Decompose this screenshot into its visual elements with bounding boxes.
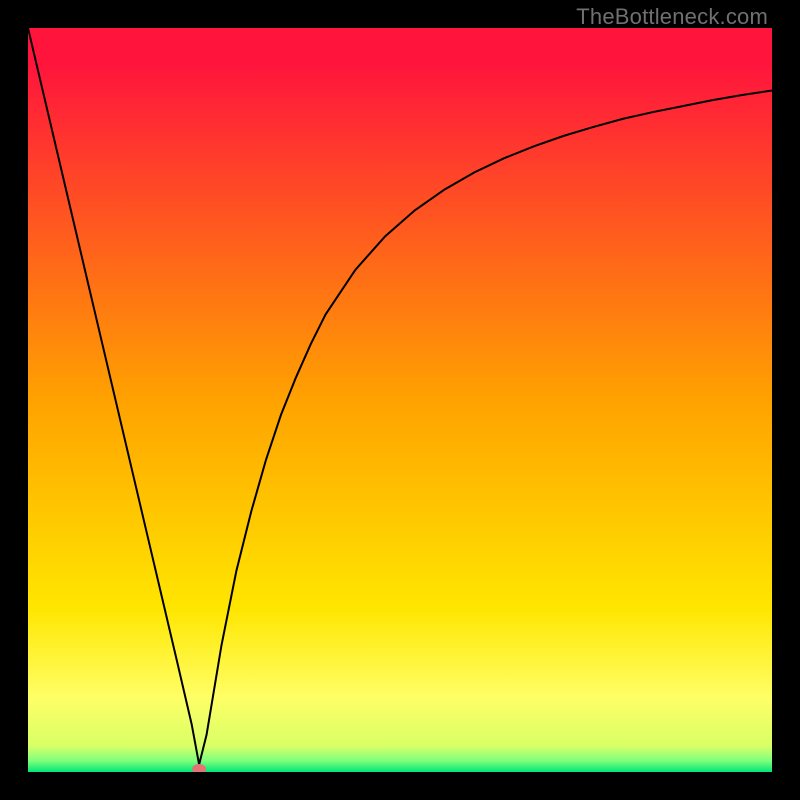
chart-background (28, 28, 772, 772)
chart-canvas (28, 28, 772, 772)
chart-frame (28, 28, 772, 772)
watermark-text: TheBottleneck.com (576, 4, 768, 30)
